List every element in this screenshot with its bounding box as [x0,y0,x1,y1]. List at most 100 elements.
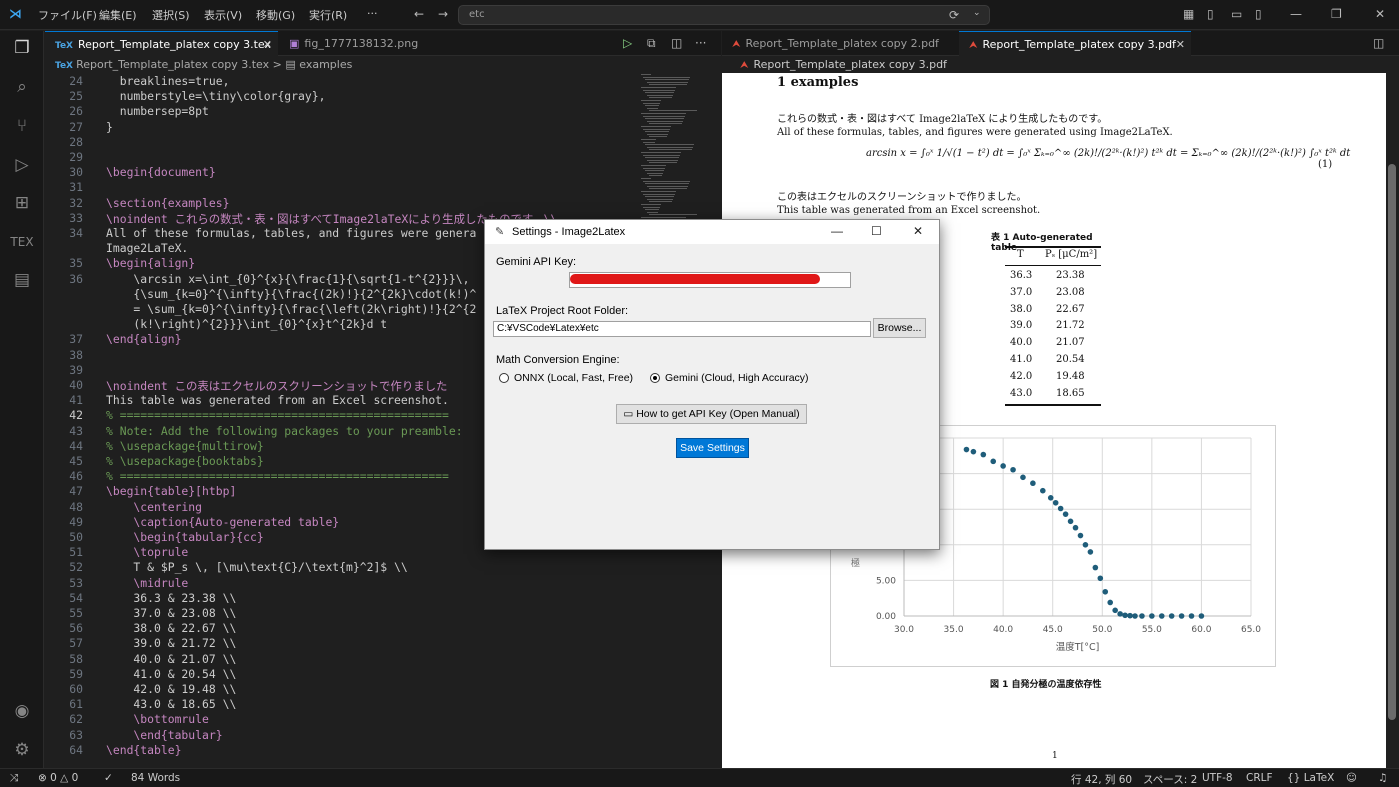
restore-icon[interactable]: ❐ [1331,7,1342,21]
line-number: 61 [69,697,83,712]
indentation[interactable]: スペース: 2 [1143,772,1197,787]
copilot-icon[interactable]: ⟳ [949,8,959,22]
code-line: \caption{Auto-generated table} [106,514,340,529]
table-cell: 21.72 [1056,320,1085,332]
extensions-icon[interactable]: ⊞ [10,191,34,215]
breadcrumb-separator: > [272,58,282,71]
tab-pdf-copy3[interactable]: ⮝ Report_Template_platex copy 3.pdf ✕ [959,31,1191,56]
settings-gear-icon[interactable]: ⚙ [10,738,34,762]
engine-gemini-label[interactable]: Gemini (Cloud, High Accuracy) [665,372,809,384]
line-number: 46 [69,469,83,484]
code-line: This table was generated from an Excel s… [106,393,449,408]
close-tab-icon[interactable]: ✕ [1176,32,1185,57]
pdf-breadcrumb-label[interactable]: Report_Template_platex copy 3.pdf [754,58,947,71]
status-bar: ⤨ ⊗ 0 △ 0 ✓ 84 Words 行 42, 列 60 スペース: 2 … [0,768,1399,787]
line-ending[interactable]: CRLF [1246,772,1273,784]
folder-icon[interactable]: ▤ [10,268,34,292]
dialog-maximize-icon[interactable]: ☐ [871,224,882,238]
cursor-position[interactable]: 行 42, 列 60 [1071,772,1132,787]
minimap[interactable] [641,74,701,234]
api-key-input[interactable] [569,272,851,288]
code-line: 40.0 & 21.07 \\ [106,651,237,666]
check-icon[interactable]: ✓ [104,772,113,784]
copilot-status-icon[interactable]: ☺ [1346,772,1357,784]
data-point [1052,499,1059,506]
line-number: 40 [69,378,83,392]
nav-back-icon[interactable]: ← [414,7,424,21]
data-point [1097,575,1104,582]
encoding[interactable]: UTF-8 [1202,772,1233,784]
menu-view[interactable]: 表示(V) [204,7,242,23]
tab-tex-file[interactable]: TeX Report_Template_platex copy 3.tex ✕ [45,31,278,56]
command-center[interactable]: etc ⟳ ⌄ [458,5,990,25]
menu-run[interactable]: 実行(R) [309,7,347,23]
split-editor-icon[interactable]: ◫ [671,36,682,50]
page-number: 1 [1052,751,1058,761]
minimap-line [647,133,668,135]
toggle-secondary-sidebar-icon[interactable]: ▯ [1255,7,1262,21]
chevron-down-icon[interactable]: ⌄ [973,8,981,18]
save-settings-button[interactable]: Save Settings [676,438,749,458]
minimap-line [649,110,697,112]
menu-selection[interactable]: 選択(S) [152,7,190,23]
layout-customize-icon[interactable]: ▦ [1183,7,1194,21]
minimize-icon[interactable]: — [1290,7,1302,21]
dialog-titlebar[interactable]: ✎ Settings - Image2Latex — ☐ ✕ [485,220,939,244]
line-number: 62 [69,712,83,727]
word-count[interactable]: 84 Words [131,772,180,784]
table-bottom-rule [1005,404,1101,406]
engine-gemini-radio[interactable] [650,373,660,383]
paragraph-jp: これらの数式・表・図はすべて Image2laTeX により生成したものです。 [777,114,1108,125]
data-point [1107,599,1114,606]
tex-icon[interactable]: TEX [10,230,34,254]
engine-onnx-label[interactable]: ONNX (Local, Fast, Free) [514,372,633,384]
x-tick-label: 50.0 [1092,625,1112,635]
minimap-line [647,120,683,122]
explorer-icon[interactable]: ❐ [10,36,34,60]
pdf-scrollbar[interactable] [1388,164,1396,720]
root-folder-input[interactable]: C:¥VSCode¥Latex¥etc [493,321,871,337]
engine-onnx-radio[interactable] [499,373,509,383]
dialog-minimize-icon[interactable]: — [831,224,843,238]
account-icon[interactable]: ◉ [10,699,34,723]
browse-button[interactable]: Browse... [873,318,926,338]
menu-file[interactable]: ファイル(F) [38,7,97,23]
tab-label: Report_Template_platex copy 3.pdf [982,38,1176,51]
source-control-icon[interactable]: ⑂ [10,114,34,138]
breadcrumb-section[interactable]: examples [299,58,352,71]
data-point [1198,613,1205,619]
tab-pdf-copy2[interactable]: ⮝ Report_Template_platex copy 2.pdf [722,31,958,56]
toggle-sidebar-icon[interactable]: ▯ [1207,7,1214,21]
line-number: 45 [69,454,83,468]
code-line: 37.0 & 23.08 \\ [106,606,237,620]
minimap-line [641,178,651,179]
open-preview-icon[interactable]: ⧉ [647,36,656,51]
help-manual-button[interactable]: ▭ How to get API Key (Open Manual) [616,404,807,424]
toggle-panel-icon[interactable]: ▭ [1231,7,1242,21]
language-mode[interactable]: {} LaTeX [1287,772,1334,784]
nav-forward-icon[interactable]: → [438,7,448,21]
table-cell: 23.38 [1056,270,1085,281]
menu-edit[interactable]: 編集(E) [99,7,137,23]
notifications-icon[interactable]: ♫ [1378,772,1387,784]
code-line: % Note: Add the following packages to yo… [106,423,463,438]
split-editor-icon[interactable]: ◫ [1373,36,1384,50]
close-icon[interactable]: ✕ [1375,7,1385,21]
search-icon[interactable]: ⌕ [10,75,34,99]
menu-more[interactable]: ··· [367,7,378,20]
run-debug-icon[interactable]: ▷ [10,153,34,177]
breadcrumb-file[interactable]: Report_Template_platex copy 3.tex [76,58,269,71]
problems-indicator[interactable]: ⊗ 0 △ 0 [38,772,78,784]
menu-go[interactable]: 移動(G) [256,7,295,23]
dialog-close-icon[interactable]: ✕ [913,224,923,238]
line-number: 51 [69,545,83,560]
line-number: 29 [69,150,83,164]
run-icon[interactable]: ▷ [623,36,632,50]
minimap-line [647,146,693,148]
title-bar: ⋊ ファイル(F) 編集(E) 選択(S) 表示(V) 移動(G) 実行(R) … [0,0,1399,30]
remote-icon[interactable]: ⤨ [10,772,18,785]
close-tab-icon[interactable]: ✕ [263,32,272,57]
tab-png-file[interactable]: ▣ fig_1777138132.png [279,31,439,56]
minimap-line [641,217,686,218]
more-actions-icon[interactable]: ··· [695,36,706,50]
